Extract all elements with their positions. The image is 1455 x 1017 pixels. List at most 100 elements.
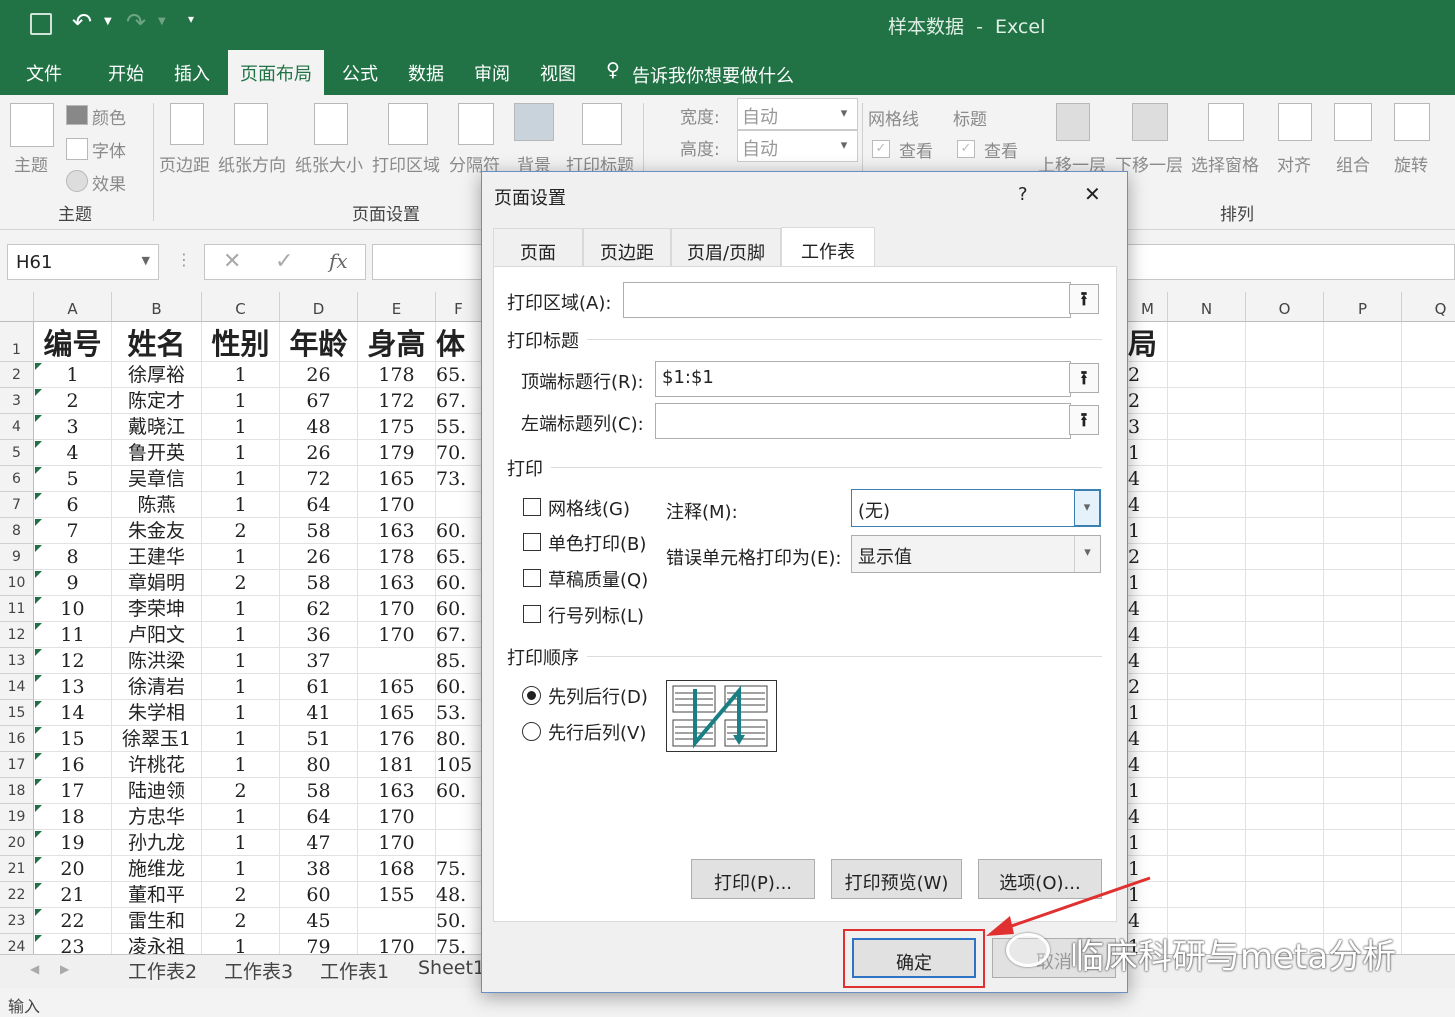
tab-insert[interactable]: 插入 bbox=[174, 60, 210, 86]
data-cell[interactable]: 2 bbox=[202, 908, 280, 934]
data-cell[interactable]: 1 bbox=[1128, 830, 1168, 856]
data-cell[interactable]: 朱金友 bbox=[112, 518, 202, 544]
enter-icon[interactable]: ✓ bbox=[275, 249, 293, 274]
data-cell[interactable]: 陆迪领 bbox=[112, 778, 202, 804]
empty-cell[interactable] bbox=[1402, 518, 1455, 544]
empty-cell[interactable] bbox=[1324, 622, 1402, 648]
data-cell[interactable]: 64 bbox=[280, 492, 358, 518]
collapse-dialog-icon[interactable]: ⭱ bbox=[1069, 405, 1099, 435]
help-button[interactable]: ? bbox=[1018, 184, 1028, 205]
empty-cell[interactable] bbox=[1246, 752, 1324, 778]
empty-cell[interactable] bbox=[1402, 440, 1455, 466]
empty-cell[interactable] bbox=[1402, 596, 1455, 622]
data-cell[interactable]: 1 bbox=[202, 752, 280, 778]
column-header-O[interactable]: O bbox=[1246, 292, 1324, 322]
header-cell[interactable]: 局 bbox=[1128, 322, 1168, 362]
empty-cell[interactable] bbox=[1246, 856, 1324, 882]
data-cell[interactable]: 60. bbox=[436, 570, 482, 596]
data-cell[interactable]: 2 bbox=[1128, 544, 1168, 570]
empty-cell[interactable] bbox=[1402, 466, 1455, 492]
sheet-tab-3[interactable]: 工作表3 bbox=[224, 957, 293, 984]
data-cell[interactable]: 168 bbox=[358, 856, 436, 882]
empty-cell[interactable] bbox=[1402, 726, 1455, 752]
insert-function-icon[interactable]: fx bbox=[329, 249, 348, 273]
data-cell[interactable]: 18 bbox=[34, 804, 112, 830]
row-header-13[interactable]: 13 bbox=[0, 648, 34, 674]
row-header-24[interactable]: 24 bbox=[0, 934, 34, 954]
data-cell[interactable]: 5 bbox=[34, 466, 112, 492]
sheet-tab-sheet1[interactable]: Sheet1 bbox=[418, 957, 485, 979]
data-cell[interactable]: 58 bbox=[280, 778, 358, 804]
data-cell[interactable]: 37 bbox=[280, 648, 358, 674]
down-then-over-radio[interactable] bbox=[522, 686, 541, 705]
empty-cell[interactable] bbox=[1246, 466, 1324, 492]
empty-cell[interactable] bbox=[1324, 700, 1402, 726]
data-cell[interactable]: 165 bbox=[358, 674, 436, 700]
row-header-5[interactable]: 5 bbox=[0, 440, 34, 466]
empty-cell[interactable] bbox=[1246, 492, 1324, 518]
data-cell[interactable]: 1 bbox=[1128, 570, 1168, 596]
data-cell[interactable] bbox=[436, 804, 482, 830]
data-cell[interactable]: 2 bbox=[1128, 674, 1168, 700]
data-cell[interactable]: 10 bbox=[34, 596, 112, 622]
empty-cell[interactable] bbox=[1246, 830, 1324, 856]
tab-sheet[interactable]: 工作表 bbox=[781, 227, 875, 267]
data-cell[interactable]: 施维龙 bbox=[112, 856, 202, 882]
empty-cell[interactable] bbox=[1168, 648, 1246, 674]
data-cell[interactable] bbox=[358, 648, 436, 674]
empty-cell[interactable] bbox=[1246, 570, 1324, 596]
data-cell[interactable]: 卢阳文 bbox=[112, 622, 202, 648]
data-cell[interactable]: 60. bbox=[436, 674, 482, 700]
data-cell[interactable]: 51 bbox=[280, 726, 358, 752]
draft-checkbox[interactable] bbox=[523, 569, 541, 587]
customize-qat-icon[interactable]: ▾ bbox=[188, 12, 194, 26]
data-cell[interactable]: 章娟明 bbox=[112, 570, 202, 596]
empty-cell[interactable] bbox=[1324, 830, 1402, 856]
data-cell[interactable]: 155 bbox=[358, 882, 436, 908]
data-cell[interactable]: 48. bbox=[436, 882, 482, 908]
empty-cell[interactable] bbox=[1324, 804, 1402, 830]
data-cell[interactable]: 60. bbox=[436, 518, 482, 544]
empty-cell[interactable] bbox=[1168, 362, 1246, 388]
data-cell[interactable]: 17 bbox=[34, 778, 112, 804]
data-cell[interactable]: 48 bbox=[280, 414, 358, 440]
empty-cell[interactable] bbox=[1402, 674, 1455, 700]
data-cell[interactable]: 60. bbox=[436, 596, 482, 622]
empty-cell[interactable] bbox=[1324, 856, 1402, 882]
data-cell[interactable]: 170 bbox=[358, 804, 436, 830]
data-cell[interactable]: 1 bbox=[1128, 440, 1168, 466]
row-header-7[interactable]: 7 bbox=[0, 492, 34, 518]
column-header-A[interactable]: A bbox=[34, 292, 112, 322]
empty-cell[interactable] bbox=[1402, 908, 1455, 934]
empty-cell[interactable] bbox=[1402, 752, 1455, 778]
column-header-F[interactable]: F bbox=[436, 292, 482, 322]
data-cell[interactable]: 3 bbox=[1128, 414, 1168, 440]
data-cell[interactable]: 60. bbox=[436, 778, 482, 804]
data-cell[interactable]: 21 bbox=[34, 882, 112, 908]
fonts-button[interactable]: 字体 bbox=[92, 137, 126, 162]
empty-cell[interactable] bbox=[1168, 674, 1246, 700]
empty-cell[interactable] bbox=[1168, 804, 1246, 830]
data-cell[interactable]: 1 bbox=[202, 700, 280, 726]
row-header-19[interactable]: 19 bbox=[0, 804, 34, 830]
data-cell[interactable]: 26 bbox=[280, 362, 358, 388]
data-cell[interactable]: 4 bbox=[1128, 466, 1168, 492]
data-cell[interactable]: 38 bbox=[280, 856, 358, 882]
row-header-17[interactable]: 17 bbox=[0, 752, 34, 778]
print-area-input[interactable] bbox=[623, 282, 1071, 318]
empty-cell[interactable] bbox=[1168, 518, 1246, 544]
header-cell[interactable]: 身高 bbox=[358, 322, 436, 362]
data-cell[interactable]: 170 bbox=[358, 596, 436, 622]
data-cell[interactable]: 13 bbox=[34, 674, 112, 700]
data-cell[interactable]: 许桃花 bbox=[112, 752, 202, 778]
data-cell[interactable]: 4 bbox=[1128, 648, 1168, 674]
data-cell[interactable]: 6 bbox=[34, 492, 112, 518]
data-cell[interactable]: 61 bbox=[280, 674, 358, 700]
data-cell[interactable]: 45 bbox=[280, 908, 358, 934]
size-button[interactable]: 纸张大小 bbox=[295, 151, 363, 176]
column-header-E[interactable]: E bbox=[358, 292, 436, 322]
empty-cell[interactable] bbox=[1324, 492, 1402, 518]
themes-button[interactable]: 主题 bbox=[14, 151, 48, 176]
data-cell[interactable]: 李荣坤 bbox=[112, 596, 202, 622]
data-cell[interactable]: 163 bbox=[358, 570, 436, 596]
